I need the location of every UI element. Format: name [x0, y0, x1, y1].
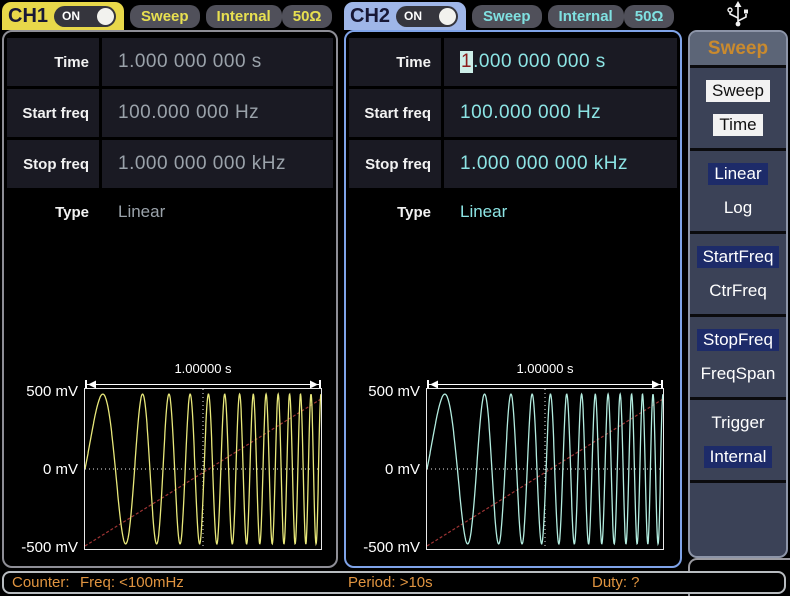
ch2-plot — [426, 388, 664, 550]
ch2-header: CH2 ON Sweep Internal 50Ω — [344, 2, 682, 30]
menu-item-stopfreq[interactable]: StopFreq — [697, 329, 779, 351]
generator-screen: CH1 ON Sweep Internal 50Ω CH2 ON Sweep I… — [0, 0, 790, 596]
counter-status-bar: Counter: Freq: <100mHz Period: >10s Duty… — [2, 571, 786, 594]
table-row: Type Linear — [349, 191, 677, 233]
menu-item-freqspan[interactable]: FreqSpan — [695, 363, 782, 385]
ch1-header: CH1 ON Sweep Internal 50Ω — [2, 2, 338, 30]
ch2-startfreq-label: Start freq — [349, 89, 441, 137]
menu-section: StartFreq CtrFreq — [690, 234, 786, 317]
y-label-top: 500 mV — [26, 383, 78, 400]
table-row: Type Linear — [7, 191, 333, 233]
ch1-time-value[interactable]: 1.000 000 000 s — [102, 38, 333, 86]
ch1-span-arrow — [84, 377, 322, 388]
y-label-mid: 0 mV — [43, 461, 78, 478]
ch2-tab-label: CH2 — [350, 5, 390, 28]
menu-item-startfreq[interactable]: StartFreq — [697, 246, 780, 268]
counter-freq: Freq: <100mHz — [80, 574, 184, 591]
counter-duty: Duty: ? — [592, 574, 640, 591]
ch1-stopfreq-value[interactable]: 1.000 000 000 kHz — [102, 140, 333, 188]
ch2-span-arrow — [426, 377, 664, 388]
ch1-stopfreq-label: Stop freq — [7, 140, 99, 188]
menu-item-log[interactable]: Log — [718, 197, 758, 219]
ch1-tab-label: CH1 — [8, 5, 48, 28]
ch1-waveform-display: 1.00000 s 500 mV 0 mV -500 mV — [8, 361, 332, 550]
menu-item-linear[interactable]: Linear — [708, 163, 767, 185]
tab-ch1[interactable]: CH1 ON — [2, 2, 124, 30]
table-row: Stop freq 1.000 000 000 kHz — [7, 140, 333, 188]
ch1-y-axis-labels: 500 mV 0 mV -500 mV — [8, 388, 84, 550]
ch2-time-label: Time — [349, 38, 441, 86]
table-row: Time 1.000 000 000 s — [7, 38, 333, 86]
ch1-plot — [84, 388, 322, 550]
y-label-bot: -500 mV — [363, 539, 420, 556]
ch1-source-badge: Internal — [206, 5, 282, 28]
ch1-mode-badge: Sweep — [130, 5, 200, 28]
ch2-stopfreq-label: Stop freq — [349, 140, 441, 188]
toggle-knob-icon — [97, 8, 114, 25]
counter-label: Counter: — [12, 574, 70, 591]
menu-item-trigger[interactable]: Trigger — [705, 412, 770, 434]
y-label-top: 500 mV — [368, 383, 420, 400]
table-row: Stop freq 1.000 000 000 kHz — [349, 140, 677, 188]
table-row: Start freq 100.000 000 Hz — [7, 89, 333, 137]
table-row: Time 1.000 000 000 s — [349, 38, 677, 86]
menu-item-time[interactable]: Time — [713, 114, 762, 136]
menu-title: Sweep — [690, 32, 786, 68]
ch1-startfreq-value[interactable]: 100.000 000 Hz — [102, 89, 333, 137]
ch2-type-label: Type — [349, 191, 441, 233]
ch1-param-table: Time 1.000 000 000 s Start freq 100.000 … — [7, 38, 333, 233]
y-label-bot: -500 mV — [21, 539, 78, 556]
ch1-panel: Time 1.000 000 000 s Start freq 100.000 … — [2, 30, 338, 568]
counter-period: Period: >10s — [348, 574, 433, 591]
ch2-y-axis-labels: 500 mV 0 mV -500 mV — [350, 388, 426, 550]
menu-section: Linear Log — [690, 151, 786, 234]
edit-cursor: 1 — [460, 51, 473, 73]
y-label-mid: 0 mV — [385, 461, 420, 478]
ch2-time-value[interactable]: 1.000 000 000 s — [444, 38, 677, 86]
ch2-waveform-display: 1.00000 s 500 mV 0 mV -500 mV — [350, 361, 676, 550]
ch2-stopfreq-value[interactable]: 1.000 000 000 kHz — [444, 140, 677, 188]
table-row: Start freq 100.000 000 Hz — [349, 89, 677, 137]
ch2-impedance-badge: 50Ω — [624, 5, 675, 28]
softkey-menu: Sweep Sweep Time Linear Log StartFreq Ct… — [688, 30, 788, 558]
menu-item-internal[interactable]: Internal — [704, 446, 773, 468]
ch1-on-label: ON — [62, 9, 80, 23]
ch1-sweep-span-label: 1.00000 s — [84, 361, 322, 377]
menu-section-empty — [690, 483, 786, 558]
tab-ch2[interactable]: CH2 ON — [344, 2, 466, 30]
menu-item-ctrfreq[interactable]: CtrFreq — [703, 280, 773, 302]
ch2-sweep-span-label: 1.00000 s — [426, 361, 664, 377]
ch1-type-value[interactable]: Linear — [102, 191, 333, 233]
ch2-panel: Time 1.000 000 000 s Start freq 100.000 … — [344, 30, 682, 568]
ch2-param-table: Time 1.000 000 000 s Start freq 100.000 … — [349, 38, 677, 233]
ch1-impedance-badge: 50Ω — [282, 5, 333, 28]
ch1-on-toggle[interactable]: ON — [54, 6, 116, 27]
ch1-type-label: Type — [7, 191, 99, 233]
ch2-time-value-rest: .000 000 000 s — [473, 51, 606, 73]
menu-section: Trigger Internal — [690, 400, 786, 483]
menu-section: StopFreq FreqSpan — [690, 317, 786, 400]
ch1-time-label: Time — [7, 38, 99, 86]
ch2-on-label: ON — [404, 9, 422, 23]
ch2-mode-badge: Sweep — [472, 5, 542, 28]
menu-section: Sweep Time — [690, 68, 786, 151]
ch2-on-toggle[interactable]: ON — [396, 6, 458, 27]
usb-icon — [722, 1, 754, 28]
ch1-startfreq-label: Start freq — [7, 89, 99, 137]
ch2-startfreq-value[interactable]: 100.000 000 Hz — [444, 89, 677, 137]
ch2-type-value[interactable]: Linear — [444, 191, 677, 233]
menu-item-sweep[interactable]: Sweep — [706, 80, 770, 102]
toggle-knob-icon — [439, 8, 456, 25]
ch2-source-badge: Internal — [548, 5, 624, 28]
